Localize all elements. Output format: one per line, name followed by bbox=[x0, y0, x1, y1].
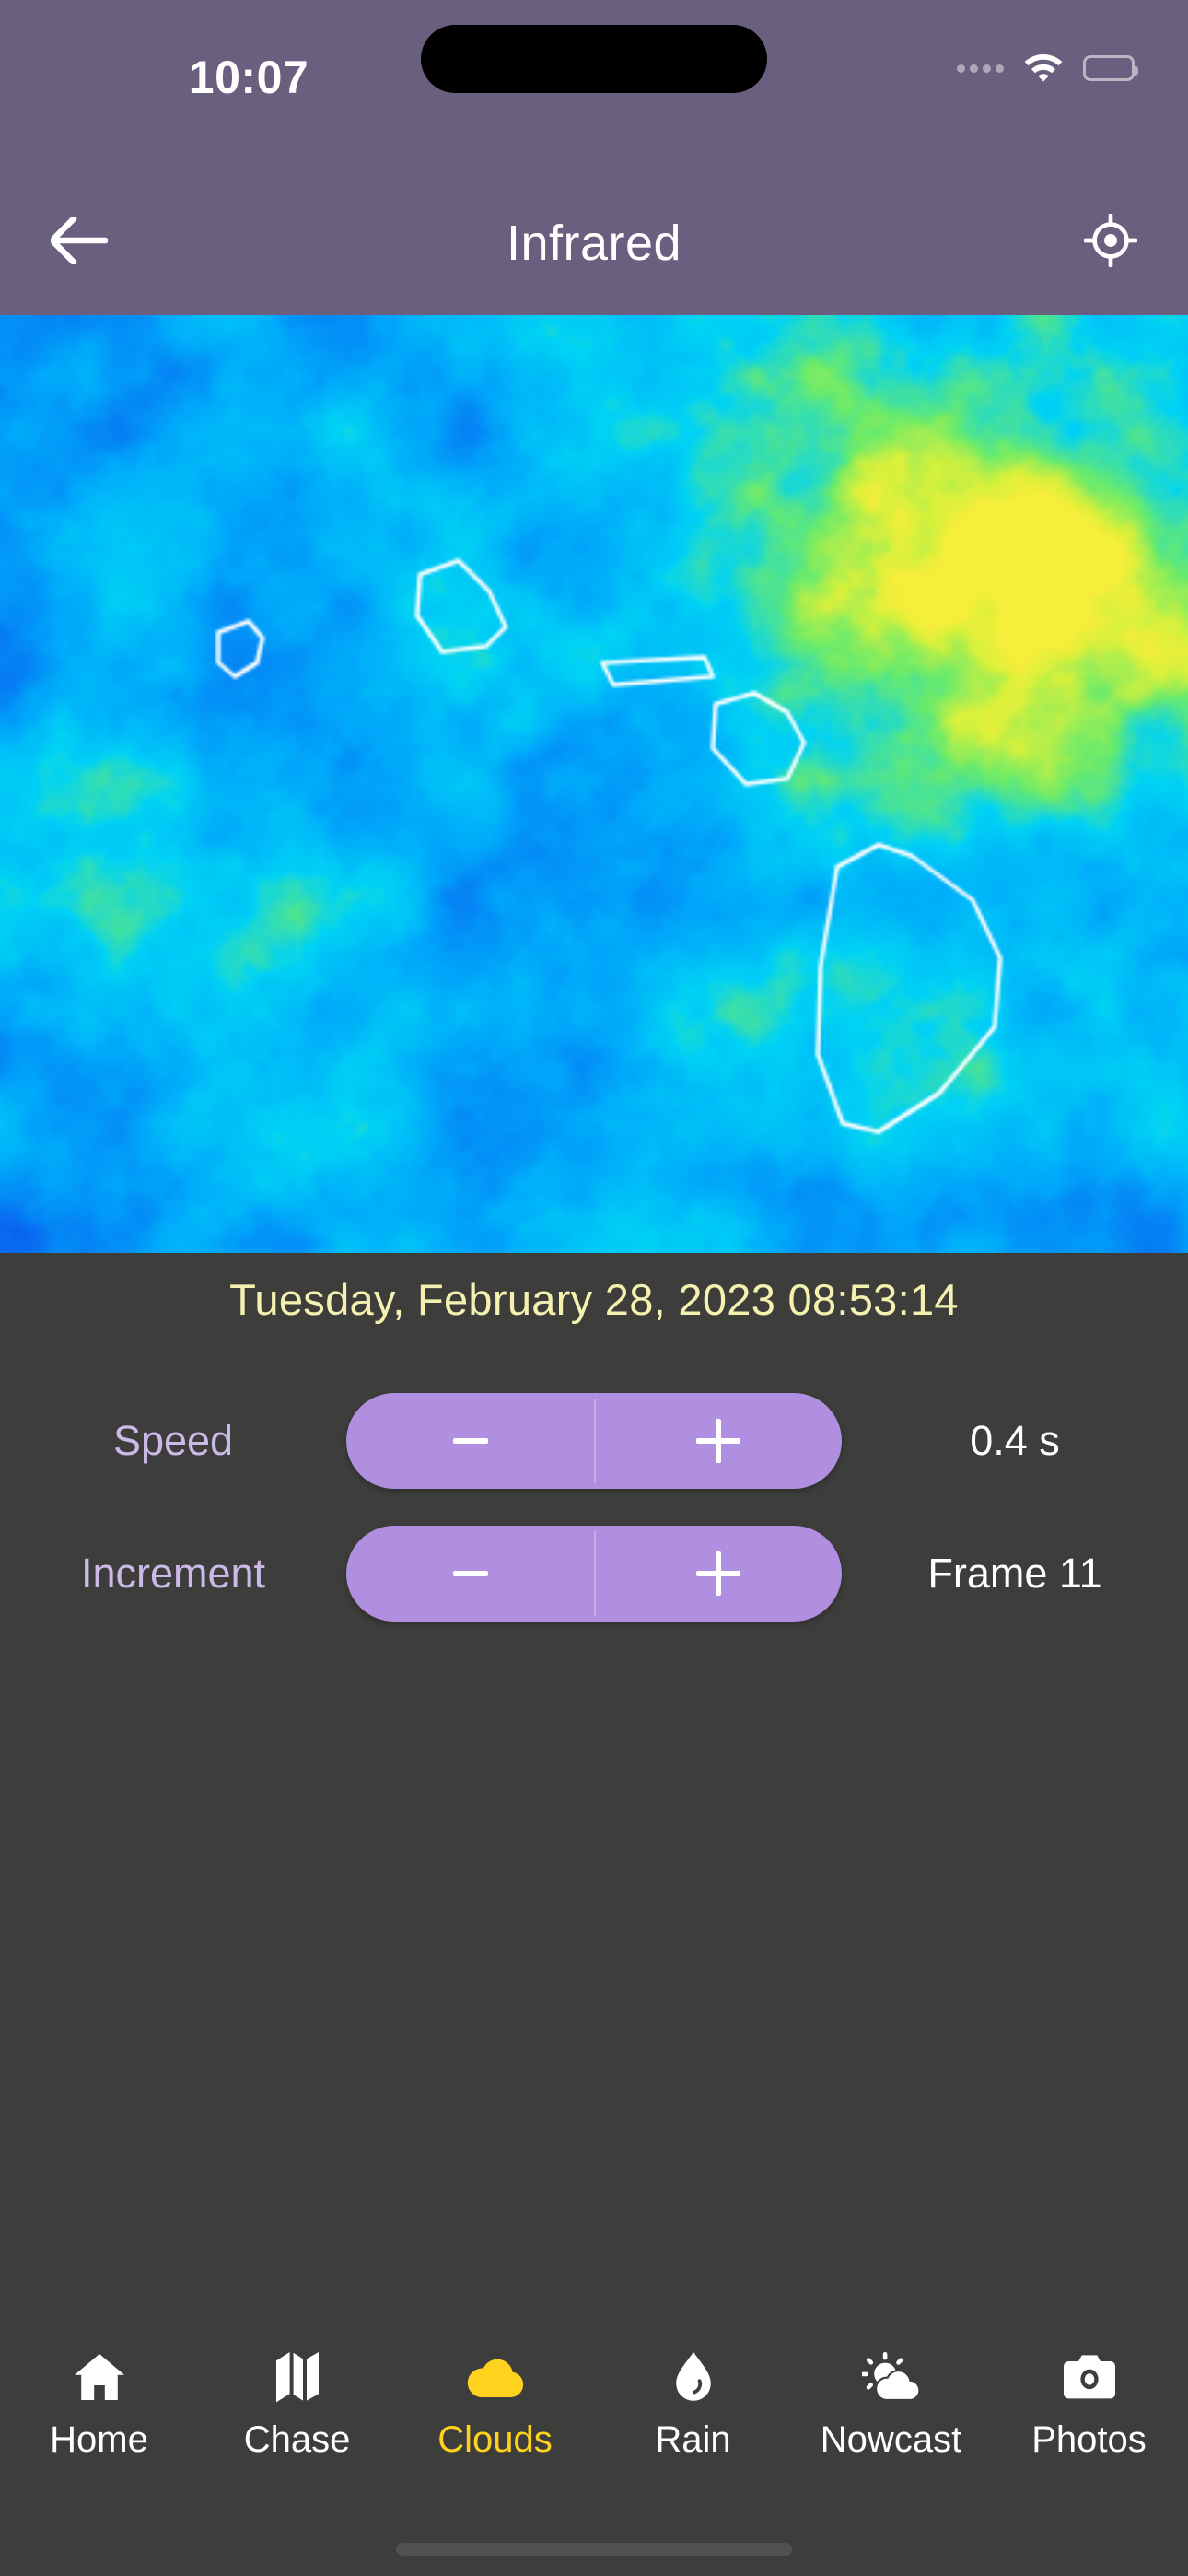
cloud-icon bbox=[466, 2348, 525, 2406]
speed-value: 0.4 s bbox=[970, 1417, 1060, 1464]
minus-icon bbox=[452, 1438, 488, 1444]
home-icon bbox=[73, 2348, 126, 2406]
speed-increment-button[interactable] bbox=[594, 1393, 842, 1489]
status-bar: 10:07 bbox=[0, 0, 1188, 170]
speed-stepper[interactable] bbox=[346, 1393, 842, 1489]
tab-nowcast[interactable]: Nowcast bbox=[792, 2348, 990, 2461]
status-bar-time: 10:07 bbox=[188, 52, 309, 103]
back-button[interactable] bbox=[42, 206, 116, 280]
signal-dots-icon bbox=[957, 64, 1004, 73]
tab-chase-label: Chase bbox=[243, 2419, 351, 2460]
increment-value: Frame 11 bbox=[927, 1550, 1102, 1597]
speed-decrement-button[interactable] bbox=[346, 1393, 594, 1489]
crosshair-location-icon bbox=[1083, 213, 1138, 272]
sun-cloud-icon bbox=[861, 2348, 921, 2406]
nav-bar: Infrared bbox=[0, 170, 1188, 315]
locate-button[interactable] bbox=[1074, 206, 1147, 280]
frame-timestamp: Tuesday, February 28, 2023 08:53:14 bbox=[229, 1275, 959, 1324]
infrared-satellite-image[interactable] bbox=[0, 315, 1188, 1253]
satellite-canvas bbox=[0, 315, 1188, 1253]
tab-photos[interactable]: Photos bbox=[990, 2348, 1188, 2461]
speed-control-row: Speed 0.4 s bbox=[0, 1393, 1188, 1489]
app-screen: 10:07 Infrared Tuesday, February 28, 202… bbox=[0, 0, 1188, 2576]
tab-bar: Home Chase Clouds Rain Nowcast Photos bbox=[0, 2327, 1188, 2576]
tab-rain[interactable]: Rain bbox=[594, 2348, 792, 2461]
increment-increment-button[interactable] bbox=[594, 1526, 842, 1622]
speed-label: Speed bbox=[112, 1417, 234, 1464]
increment-control-row: Increment Frame 11 bbox=[0, 1526, 1188, 1622]
back-arrow-icon bbox=[50, 216, 109, 269]
tab-clouds-label: Clouds bbox=[437, 2419, 553, 2460]
dynamic-island bbox=[421, 25, 767, 93]
tab-home[interactable]: Home bbox=[0, 2348, 198, 2461]
tab-chase[interactable]: Chase bbox=[198, 2348, 396, 2461]
map-icon bbox=[274, 2348, 320, 2406]
tab-home-label: Home bbox=[50, 2419, 148, 2460]
status-bar-indicators bbox=[957, 46, 1138, 90]
plus-icon bbox=[695, 1551, 740, 1596]
wifi-icon bbox=[1022, 50, 1065, 88]
battery-icon bbox=[1083, 55, 1138, 81]
increment-decrement-button[interactable] bbox=[346, 1526, 594, 1622]
tab-clouds[interactable]: Clouds bbox=[396, 2348, 594, 2461]
plus-icon bbox=[695, 1419, 740, 1463]
droplet-icon bbox=[673, 2348, 714, 2406]
minus-icon bbox=[452, 1571, 488, 1576]
increment-label: Increment bbox=[80, 1550, 266, 1597]
tab-rain-label: Rain bbox=[655, 2419, 731, 2460]
home-indicator bbox=[396, 2543, 792, 2556]
tab-nowcast-label: Nowcast bbox=[820, 2419, 962, 2460]
tab-photos-label: Photos bbox=[1031, 2419, 1147, 2460]
page-title: Infrared bbox=[506, 215, 682, 271]
increment-stepper[interactable] bbox=[346, 1526, 842, 1622]
camera-icon bbox=[1063, 2348, 1116, 2406]
